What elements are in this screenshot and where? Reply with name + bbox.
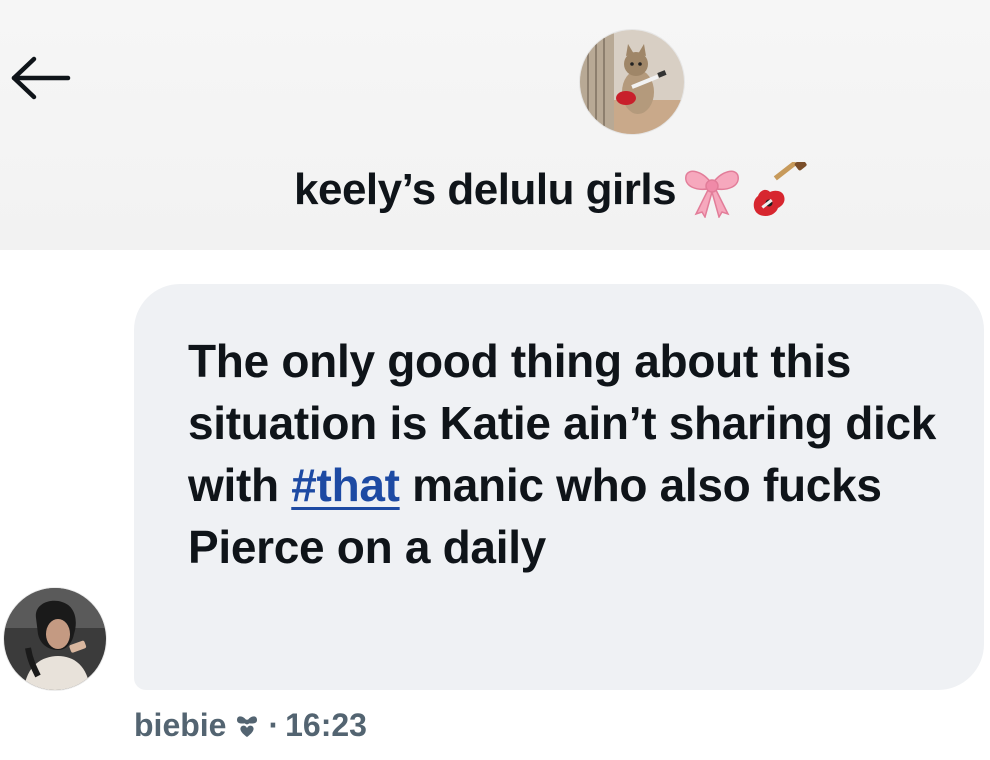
group-name: keely’s delulu girls <box>294 165 677 214</box>
conversation-header: keely’s delulu girls <box>0 0 990 250</box>
message-time: 16:23 <box>285 706 367 743</box>
sender-name[interactable]: biebie <box>134 707 226 744</box>
guitar-emoji <box>753 162 807 217</box>
message-bubble[interactable]: The only good thing about this situation… <box>134 284 984 690</box>
ribbon-emoji <box>685 170 739 218</box>
user-photo-avatar <box>4 588 106 690</box>
group-title[interactable]: keely’s delulu girls <box>294 158 808 222</box>
sender-avatar[interactable] <box>4 588 106 690</box>
hashtag-link[interactable]: #that <box>291 459 400 511</box>
bow-heart-icon <box>237 716 258 737</box>
message-meta: biebie · 16:23 <box>134 702 367 748</box>
meta-separator: · <box>268 706 280 743</box>
arrow-left-icon <box>11 56 71 100</box>
back-button[interactable] <box>8 52 72 104</box>
group-avatar[interactable] <box>580 30 684 134</box>
cat-with-guitar-avatar <box>580 30 684 134</box>
message-text: The only good thing about this situation… <box>188 330 944 578</box>
